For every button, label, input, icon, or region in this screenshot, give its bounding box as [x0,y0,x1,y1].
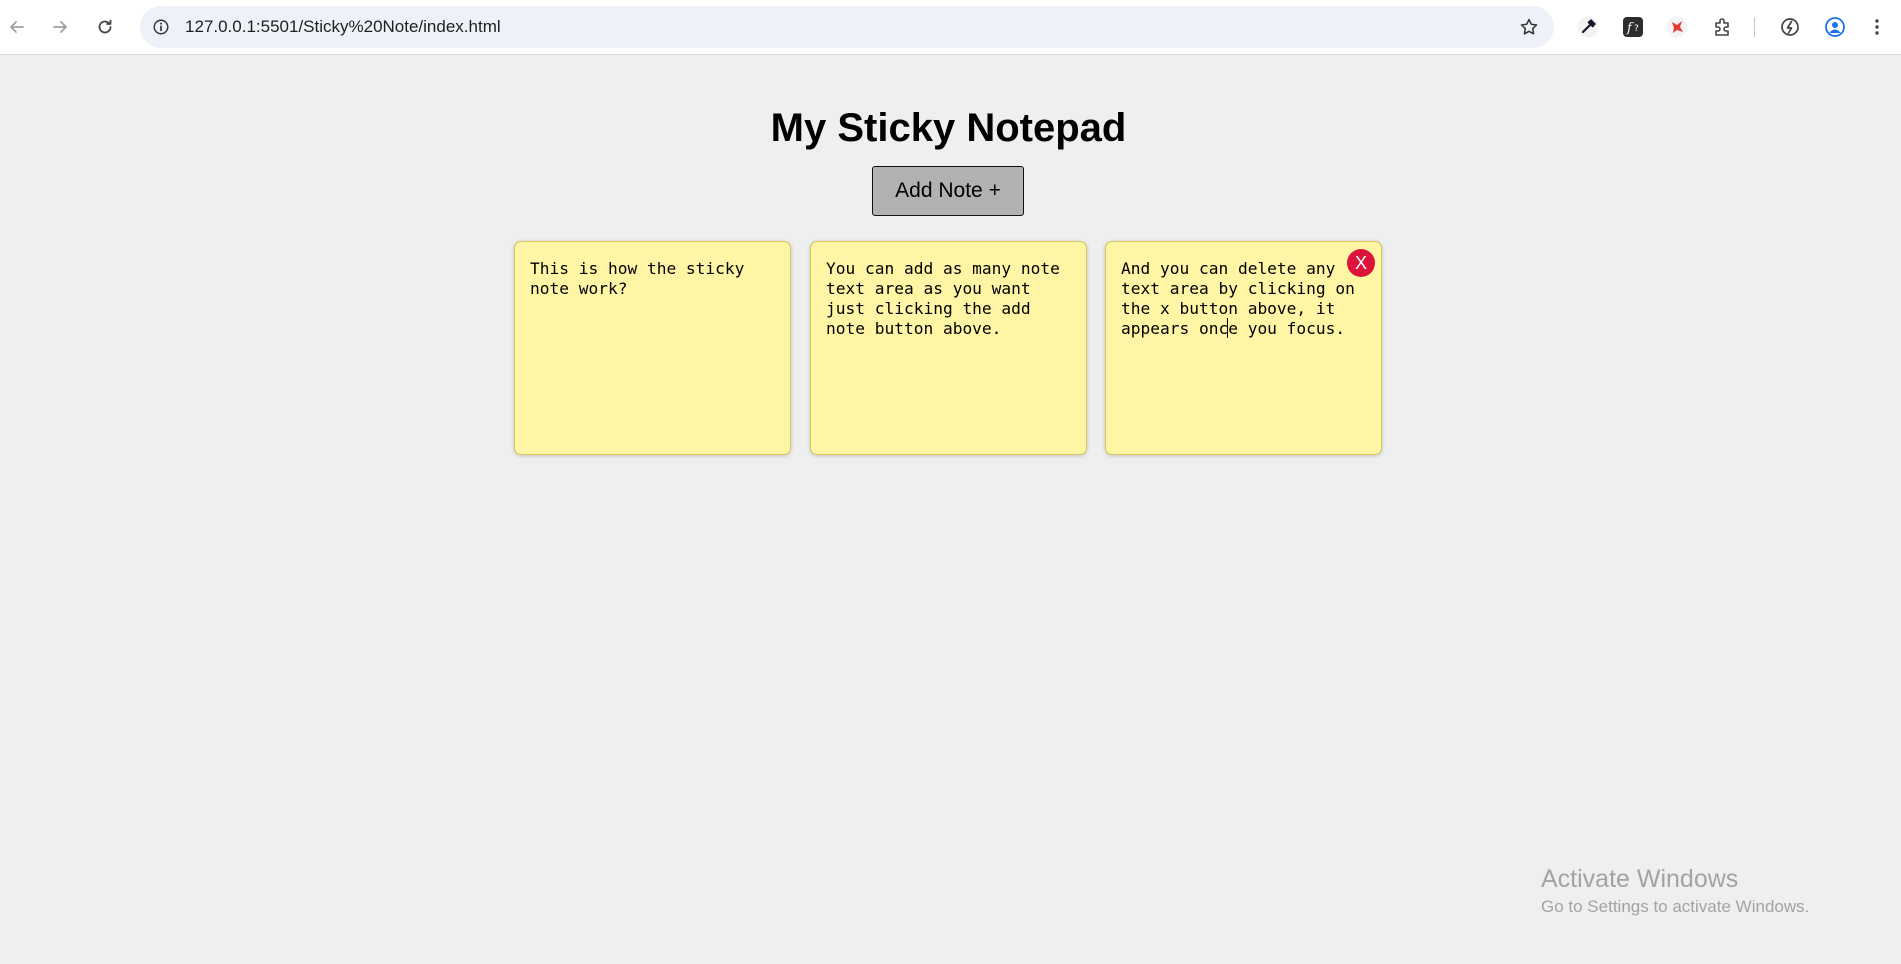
add-note-button[interactable]: Add Note + [872,166,1024,216]
mascot-icon [1666,16,1688,38]
performance-button[interactable] [1775,12,1805,42]
sticky-note-focused[interactable]: And you can delete any text area by clic… [1105,241,1382,455]
menu-button[interactable] [1862,12,1892,42]
reload-icon [98,19,112,34]
extensions-button[interactable] [1708,12,1738,42]
arrow-left-icon [10,21,24,33]
forward-button[interactable] [43,10,77,44]
color-picker-extension[interactable] [1573,12,1603,42]
sticky-note[interactable]: This is how the sticky note work? [514,241,791,455]
note-textarea[interactable]: You can add as many note text area as yo… [826,259,1071,339]
url-text[interactable]: 127.0.0.1:5501/Sticky%20Note/index.html [185,6,501,48]
red-extension[interactable] [1662,12,1692,42]
info-icon [153,19,169,35]
eyedropper-icon [1577,16,1599,38]
svg-text:?: ? [1634,24,1639,34]
address-bar[interactable]: 127.0.0.1:5501/Sticky%20Note/index.html [140,6,1554,48]
speed-icon [1781,18,1799,36]
star-icon [1520,18,1538,35]
note-textarea[interactable]: This is how the sticky note work? [530,259,775,299]
font-icon: f ? [1623,17,1643,37]
note-textarea[interactable]: And you can delete any text area by clic… [1121,259,1366,339]
more-vert-icon [1875,19,1879,35]
browser-toolbar: 127.0.0.1:5501/Sticky%20Note/index.html … [0,0,1901,55]
arrow-right-icon [53,21,67,33]
font-extension[interactable]: f ? [1618,12,1648,42]
watermark-title: Activate Windows [1541,865,1739,893]
activate-windows-watermark: Activate Windows Go to Settings to activ… [1541,863,1809,919]
account-icon [1825,17,1845,37]
sticky-note[interactable]: You can add as many note text area as yo… [810,241,1087,455]
delete-note-button[interactable]: X [1347,249,1375,277]
puzzle-icon [1715,18,1729,36]
text-cursor [1227,318,1228,338]
watermark-subtitle: Go to Settings to activate Windows. [1541,897,1810,916]
page-title: My Sticky Notepad [770,106,1127,150]
reload-button[interactable] [88,10,122,44]
site-info-button[interactable] [146,12,176,42]
profile-button[interactable] [1820,12,1850,42]
back-button[interactable] [0,10,34,44]
toolbar-divider [1754,17,1755,37]
bookmark-button[interactable] [1516,14,1542,40]
